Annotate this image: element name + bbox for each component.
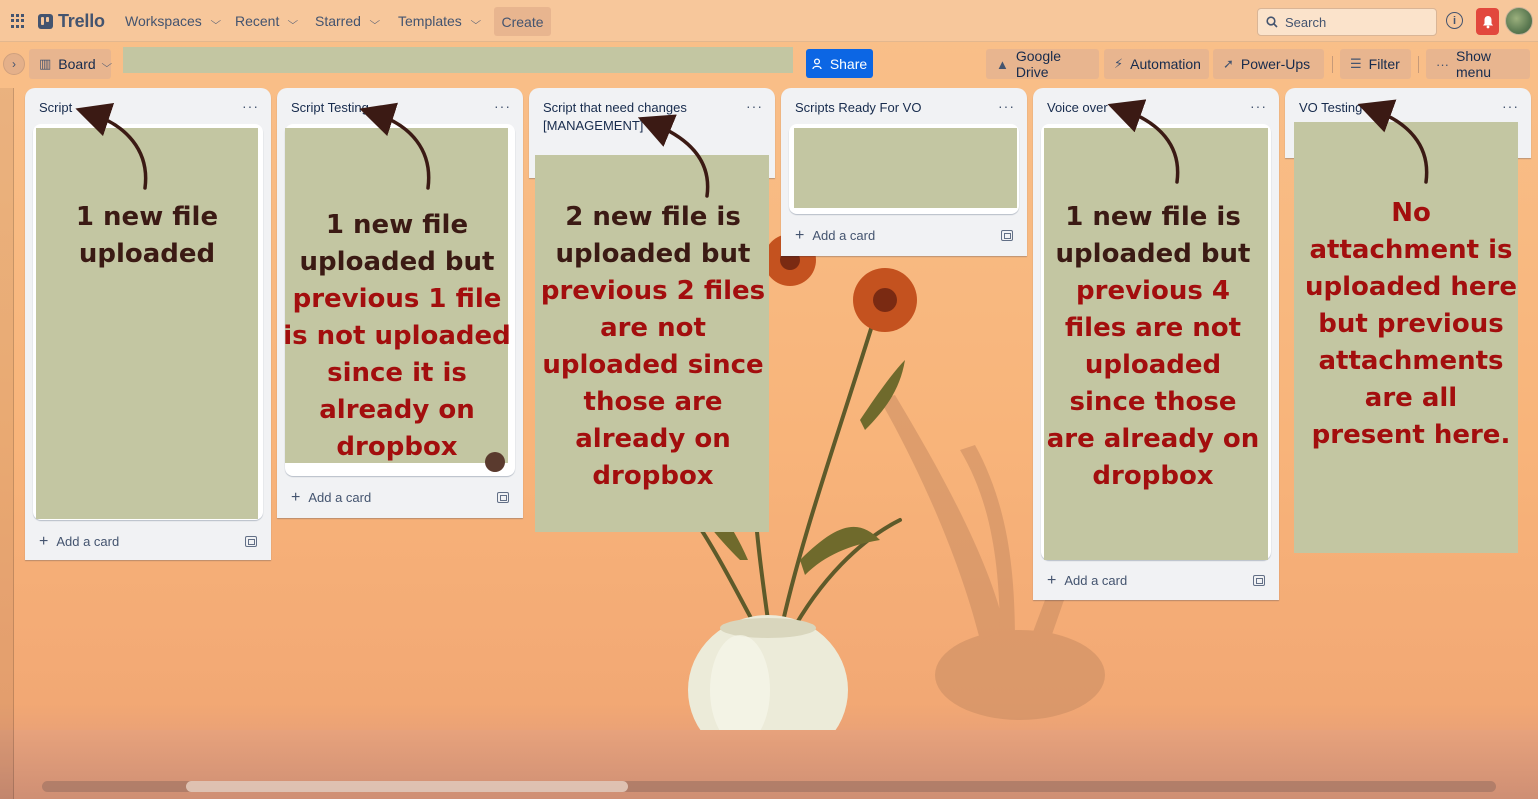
create-button[interactable]: Create <box>494 7 551 36</box>
chevron-down-icon: ⌵ <box>369 15 381 27</box>
add-card-button[interactable]: + Add a card <box>1047 571 1128 589</box>
recent-menu[interactable]: Recent ⌵ <box>227 7 305 35</box>
annotation-dark-text: 2 new file is uploaded but <box>555 202 751 269</box>
annotation-script-testing: 1 new file uploaded but previous 1 file … <box>280 207 514 466</box>
plus-icon: + <box>291 488 301 506</box>
list-menu-icon[interactable]: ··· <box>998 98 1015 114</box>
annotation-dark-text: 1 new file uploaded but <box>299 210 495 277</box>
workspaces-label: Workspaces <box>125 13 202 29</box>
power-ups-label: Power-Ups <box>1240 56 1311 72</box>
annotation-script-needs-changes: 2 new file is uploaded but previous 2 fi… <box>539 199 767 495</box>
list-title[interactable]: Script Testing <box>291 99 491 117</box>
list-menu-icon[interactable]: ··· <box>1502 98 1519 114</box>
add-member-icon <box>812 57 822 69</box>
list-title[interactable]: Script <box>39 99 239 117</box>
card-template-icon[interactable] <box>245 536 257 547</box>
filter-label: Filter <box>1368 56 1400 72</box>
add-card-button[interactable]: + Add a card <box>39 532 120 550</box>
list-menu-icon[interactable]: ··· <box>494 98 511 114</box>
automation-label: Automation <box>1130 56 1201 72</box>
google-drive-icon: ▲ <box>996 56 1009 72</box>
list-menu-icon[interactable]: ··· <box>746 98 763 114</box>
card-template-icon[interactable] <box>1253 575 1265 586</box>
add-card-button[interactable]: + Add a card <box>291 488 372 506</box>
search-input[interactable]: Search <box>1257 8 1437 36</box>
add-card-label: Add a card <box>812 228 876 243</box>
share-button[interactable]: Share <box>806 49 873 78</box>
redacted-cards <box>36 128 258 519</box>
annotation-script: 1 new file uploaded <box>36 199 258 273</box>
expand-sidebar-button[interactable]: › <box>3 53 25 75</box>
trello-logo[interactable]: Trello <box>38 11 105 32</box>
list-menu-icon[interactable]: ··· <box>242 98 259 114</box>
user-avatar[interactable] <box>1505 7 1533 35</box>
top-navigation: Trello Workspaces ⌵ Recent ⌵ Starred ⌵ Temp… <box>0 0 1538 42</box>
show-menu-button[interactable]: ··· Show menu <box>1426 48 1530 80</box>
chevron-down-icon: ⌵ <box>101 58 112 70</box>
notifications-button[interactable] <box>1476 8 1499 35</box>
list-scripts-ready-for-vo[interactable]: Scripts Ready For VO ··· + Add a card <box>781 88 1027 256</box>
filter-icon: ☰ <box>1350 56 1362 71</box>
trello-logo-text: Trello <box>58 11 105 31</box>
templates-menu[interactable]: Templates ⌵ <box>390 7 487 35</box>
annotation-vo-testing: No attachment is uploaded here but previ… <box>1304 195 1518 454</box>
templates-label: Templates <box>398 13 462 29</box>
scrollbar-thumb[interactable] <box>186 781 628 792</box>
board-header: › ▥ Board ⌵ Share ▲ Google Drive ⚡ Autom… <box>0 42 1538 88</box>
search-placeholder: Search <box>1285 14 1327 30</box>
more-icon: ··· <box>1436 56 1449 72</box>
card-template-icon[interactable] <box>497 492 509 503</box>
share-label: Share <box>829 55 868 72</box>
google-drive-button[interactable]: ▲ Google Drive <box>986 48 1099 80</box>
board-title-redacted <box>123 47 793 73</box>
board-view-switcher[interactable]: ▥ Board ⌵ <box>29 49 112 79</box>
plus-icon: + <box>1047 571 1057 589</box>
annotation-red-text: previous 1 file is not uploaded since it… <box>283 284 511 462</box>
search-icon <box>1266 16 1278 28</box>
divider <box>1418 56 1419 73</box>
annotation-red-text: previous 2 files are not uploaded since … <box>540 276 766 491</box>
info-icon[interactable]: i <box>1446 12 1463 29</box>
trello-logo-icon <box>38 14 53 29</box>
power-ups-button[interactable]: ➚ Power-Ups <box>1213 49 1324 79</box>
chevron-down-icon: ⌵ <box>470 15 481 27</box>
app-switcher-icon[interactable] <box>11 14 25 28</box>
board-icon: ▥ <box>39 56 52 71</box>
list-title[interactable]: Scripts Ready For VO <box>795 99 995 117</box>
chevron-down-icon: ⌵ <box>210 15 221 27</box>
add-card-label: Add a card <box>308 490 372 505</box>
annotation-red-text: previous 4 files are not uploaded since … <box>1046 276 1260 491</box>
bell-icon <box>1482 15 1493 28</box>
add-card-button[interactable]: + Add a card <box>795 226 876 244</box>
board-view-label: Board <box>58 56 96 72</box>
list-script[interactable]: Script ··· + Add a card <box>25 88 271 560</box>
rocket-icon: ➚ <box>1223 56 1234 71</box>
annotation-red-text: No attachment is uploaded here but previ… <box>1305 198 1517 450</box>
add-card-label: Add a card <box>56 534 120 549</box>
add-card-label: Add a card <box>1064 573 1128 588</box>
list-menu-icon[interactable]: ··· <box>1250 98 1267 114</box>
list-title[interactable]: Voice over <box>1047 99 1247 117</box>
card-template-icon[interactable] <box>1001 230 1013 241</box>
workspaces-menu[interactable]: Workspaces ⌵ <box>117 7 227 35</box>
filter-button[interactable]: ☰ Filter <box>1340 49 1411 79</box>
redacted-card <box>794 128 1017 208</box>
recent-label: Recent <box>235 13 280 29</box>
lightning-icon: ⚡ <box>1114 56 1124 71</box>
plus-icon: + <box>39 532 49 550</box>
show-menu-label: Show menu <box>1456 48 1492 80</box>
chevron-down-icon: ⌵ <box>287 15 299 27</box>
starred-label: Starred <box>315 13 361 29</box>
left-collapsed-list <box>0 88 14 799</box>
automation-button[interactable]: ⚡ Automation <box>1104 49 1209 79</box>
annotation-voice-over: 1 new file is uploaded but previous 4 fi… <box>1046 199 1260 495</box>
annotation-dark-text: 1 new file uploaded <box>75 202 219 269</box>
list-title[interactable]: VO Testing <box>1299 99 1499 117</box>
list-title[interactable]: Script that need changes [MANAGEMENT] <box>543 99 743 135</box>
google-drive-label: Google Drive <box>1015 48 1062 80</box>
starred-menu[interactable]: Starred ⌵ <box>307 7 387 35</box>
divider <box>1332 56 1333 73</box>
annotation-dark-text: 1 new file is uploaded but <box>1055 202 1251 269</box>
plus-icon: + <box>795 226 805 244</box>
